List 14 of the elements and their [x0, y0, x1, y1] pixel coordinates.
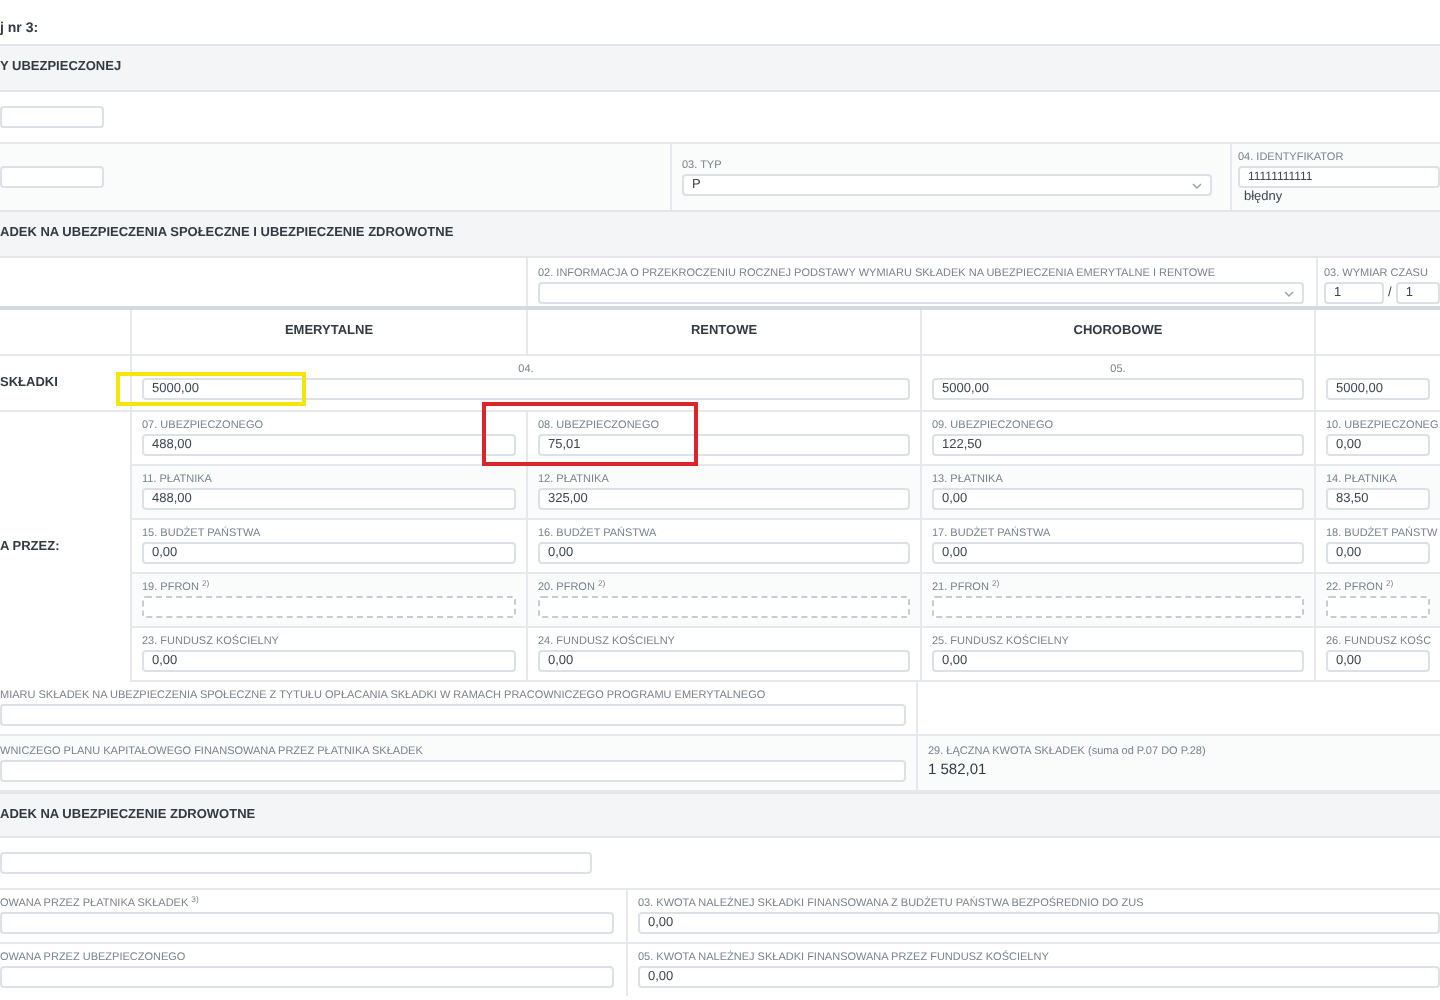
input-field[interactable] [0, 166, 104, 188]
input-field[interactable] [0, 912, 614, 934]
select-field[interactable] [538, 282, 1304, 304]
input-field[interactable] [538, 596, 910, 618]
input-field[interactable] [0, 966, 614, 988]
input-field[interactable] [0, 704, 906, 726]
input-field[interactable] [0, 106, 104, 128]
input-field[interactable] [0, 852, 592, 874]
chevron-down-icon [1284, 289, 1294, 297]
input-field[interactable] [0, 760, 906, 782]
input-field[interactable] [142, 596, 516, 618]
input-field[interactable] [932, 596, 1304, 618]
chevron-down-icon [1192, 181, 1202, 189]
input-field[interactable] [1326, 596, 1430, 618]
